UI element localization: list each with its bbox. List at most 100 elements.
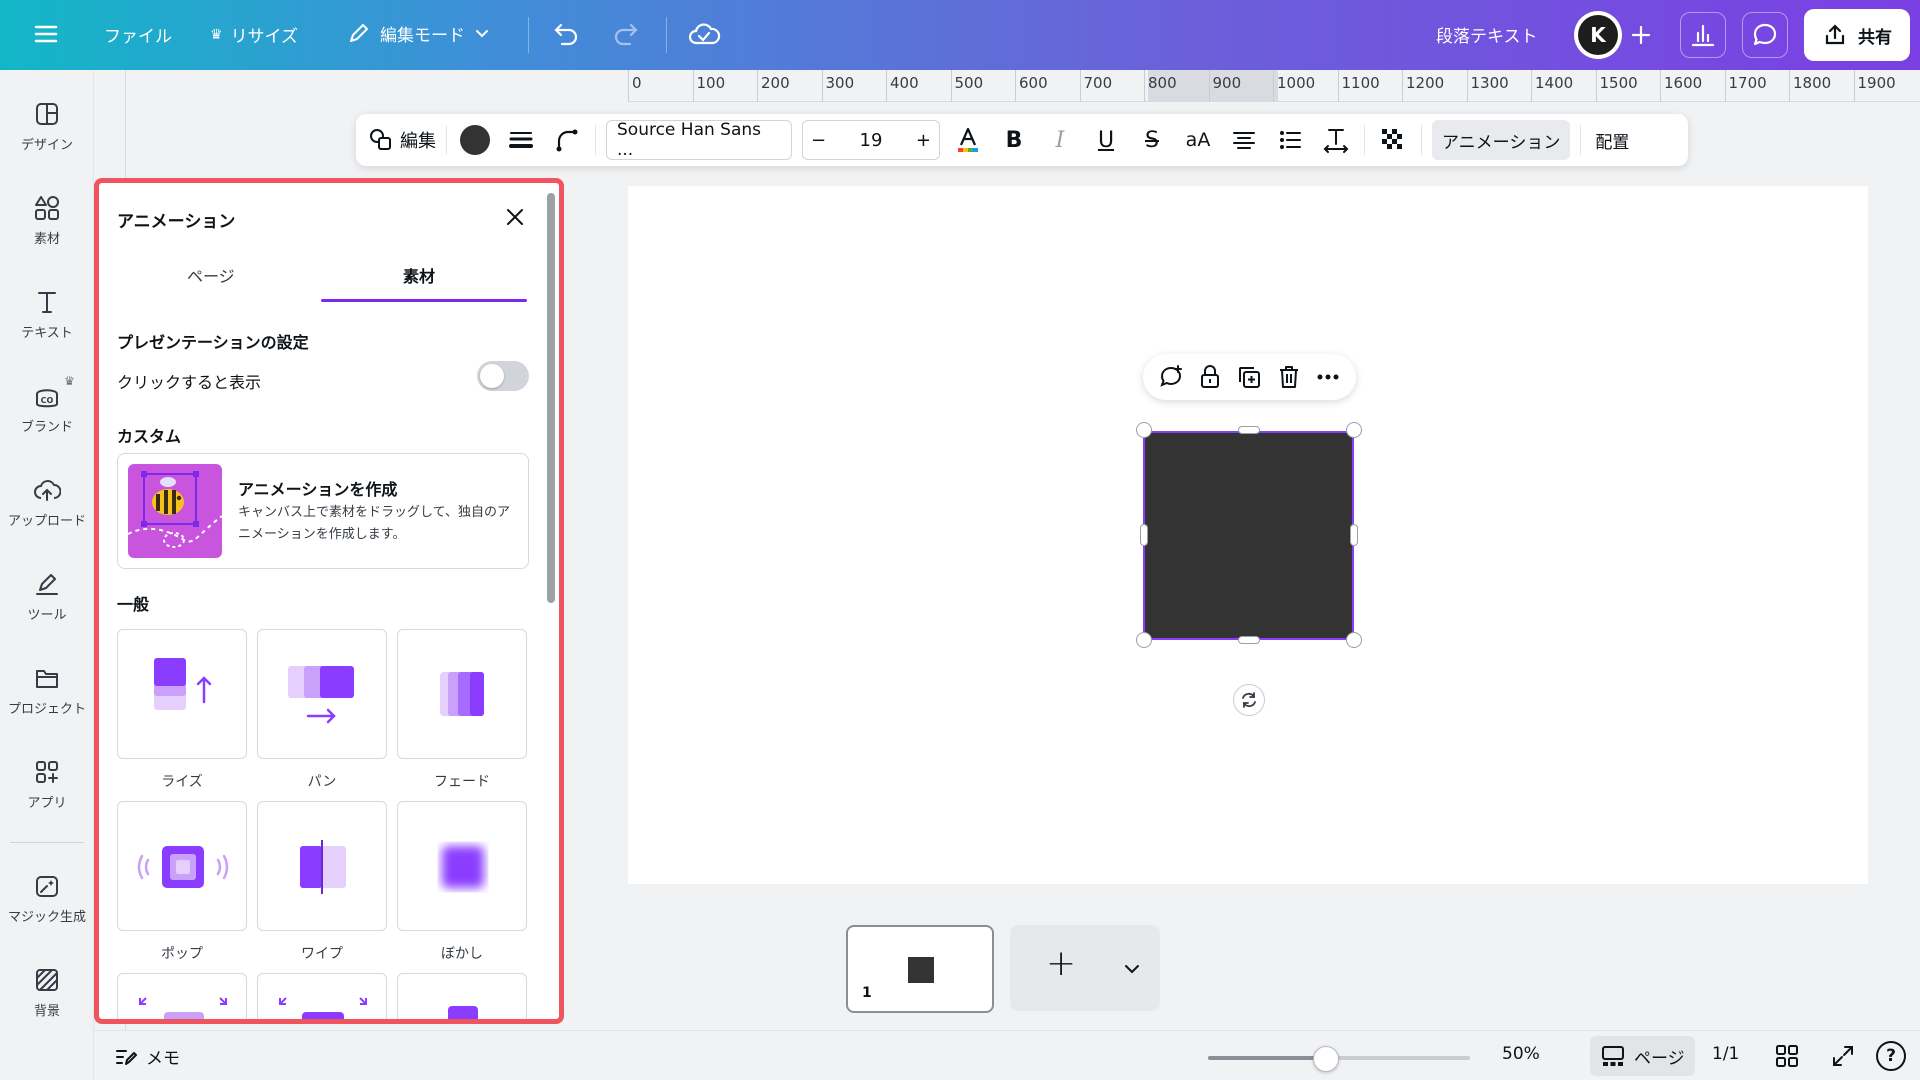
close-panel-button[interactable]: [497, 199, 533, 235]
resize-handle-bottom[interactable]: [1238, 636, 1260, 644]
underline-icon[interactable]: U: [1088, 122, 1124, 158]
resize-handle-right[interactable]: [1350, 524, 1358, 546]
resize-handle-top-left[interactable]: [1136, 422, 1152, 438]
list-icon[interactable]: [1272, 122, 1308, 158]
font-family-select[interactable]: Source Han Sans ...: [606, 120, 792, 160]
animation-pop-tile[interactable]: [117, 801, 247, 931]
animation-button[interactable]: アニメーション: [1432, 120, 1571, 160]
undo-icon[interactable]: [548, 18, 582, 56]
page-thumbnail[interactable]: 1: [846, 925, 994, 1013]
grid-view-icon[interactable]: [1774, 1043, 1800, 1069]
create-animation-card[interactable]: アニメーションを作成 キャンバス上で素材をドラッグして、独自のアニメーションを作…: [117, 453, 529, 569]
sidebar-item-text[interactable]: テキスト: [0, 288, 94, 341]
crown-icon: ♛: [210, 26, 223, 43]
ruler-label: 1000: [1277, 74, 1316, 92]
text-icon: [38, 292, 56, 313]
resize-button[interactable]: ♛ リサイズ: [210, 22, 299, 48]
share-button[interactable]: 共有: [1804, 9, 1910, 61]
avatar[interactable]: K: [1574, 11, 1622, 59]
fill-color-button[interactable]: [457, 122, 493, 158]
italic-icon[interactable]: I: [1042, 122, 1078, 158]
comments-button[interactable]: [1742, 12, 1788, 58]
more-options-icon[interactable]: [1314, 363, 1342, 391]
ruler-tick: [1015, 70, 1016, 102]
font-size-decrease-button[interactable]: −: [811, 130, 826, 151]
font-size-increase-button[interactable]: +: [916, 130, 931, 151]
ruler-tick: [1079, 70, 1081, 102]
tab-elements[interactable]: 素材: [403, 263, 435, 287]
edit-mode-dropdown[interactable]: 編集モード: [346, 20, 491, 46]
add-comment-icon[interactable]: [1157, 363, 1185, 391]
file-menu[interactable]: ファイル: [104, 22, 172, 47]
topbar-divider: [666, 17, 667, 53]
add-page-button[interactable]: +: [1010, 925, 1160, 1011]
redo-icon[interactable]: [610, 18, 644, 56]
align-center-icon[interactable]: [1226, 122, 1262, 158]
bold-icon[interactable]: B: [996, 122, 1032, 158]
position-button[interactable]: 配置: [1591, 128, 1633, 153]
animation-tile[interactable]: [117, 973, 247, 1019]
strikethrough-icon[interactable]: S: [1134, 122, 1170, 158]
sidebar-item-upload[interactable]: アップロード: [0, 476, 94, 529]
sidebar-item-tools[interactable]: ツール: [0, 570, 94, 623]
animation-fade-tile[interactable]: [397, 629, 527, 759]
resize-handle-left[interactable]: [1140, 524, 1148, 546]
notes-label: メモ: [146, 1049, 180, 1069]
create-animation-title: アニメーションを作成: [238, 480, 398, 499]
sidebar-item-brand[interactable]: ♛ CO ブランド: [0, 374, 94, 435]
corner-rounding-icon[interactable]: [549, 122, 585, 158]
help-button[interactable]: ?: [1876, 1041, 1906, 1071]
zoom-level[interactable]: 50%: [1502, 1044, 1540, 1064]
panel-scrollbar[interactable]: [547, 193, 555, 603]
ruler-label: 300: [825, 74, 855, 92]
ruler-label: 1700: [1728, 74, 1767, 92]
rotate-handle[interactable]: [1233, 684, 1265, 716]
zoom-slider-thumb[interactable]: [1312, 1046, 1339, 1072]
sidebar-item-design[interactable]: デザイン: [0, 100, 94, 153]
animation-rise-tile[interactable]: [117, 629, 247, 759]
sidebar-item-label: デザイン: [20, 138, 73, 153]
close-icon: [507, 209, 523, 225]
animation-tile[interactable]: [257, 973, 387, 1019]
border-style-icon[interactable]: [503, 122, 539, 158]
trash-icon[interactable]: [1275, 363, 1303, 391]
pages-view-button[interactable]: ページ: [1590, 1036, 1695, 1076]
menu-icon[interactable]: [30, 18, 62, 54]
resize-label: リサイズ: [230, 27, 299, 47]
resize-handle-top[interactable]: [1238, 426, 1260, 434]
click-to-show-toggle[interactable]: [477, 361, 529, 391]
duplicate-icon[interactable]: [1235, 363, 1263, 391]
resize-handle-bottom-left[interactable]: [1136, 632, 1152, 648]
fullscreen-icon[interactable]: [1830, 1043, 1856, 1069]
sidebar-item-magic[interactable]: マジック生成: [0, 872, 94, 925]
lock-icon[interactable]: [1196, 363, 1224, 391]
animation-blur-tile[interactable]: [397, 801, 527, 931]
animation-tile[interactable]: [397, 973, 527, 1019]
pencil-icon: [350, 24, 368, 42]
tab-page[interactable]: ページ: [187, 263, 235, 287]
sidebar-item-background[interactable]: 背景: [0, 966, 94, 1019]
text-format-toolbar: 編集 Source Han Sans ... − 19 + B I U S aA…: [356, 114, 1688, 166]
text-spacing-icon[interactable]: [1318, 122, 1354, 158]
add-collaborator-button[interactable]: [1618, 12, 1664, 58]
chevron-down-icon[interactable]: [1122, 959, 1142, 979]
text-color-icon[interactable]: [950, 122, 986, 158]
sidebar-item-apps[interactable]: アプリ: [0, 758, 94, 811]
sidebar-item-label: テキスト: [21, 326, 73, 341]
insights-button[interactable]: [1680, 12, 1726, 58]
animation-blur-label: ぼかし: [441, 946, 483, 962]
cloud-saved-icon[interactable]: [686, 17, 722, 57]
edit-button[interactable]: 編集: [368, 127, 436, 153]
animation-wipe-tile[interactable]: [257, 801, 387, 931]
font-size-value[interactable]: 19: [860, 130, 883, 151]
animation-pan-tile[interactable]: [257, 629, 387, 759]
transparency-icon[interactable]: [1375, 122, 1411, 158]
sidebar-item-elements[interactable]: 素材: [0, 194, 94, 247]
selected-square-shape[interactable]: [1143, 431, 1354, 640]
element-context-toolbar: [1143, 354, 1356, 400]
letter-case-button[interactable]: aA: [1180, 122, 1216, 158]
sidebar-item-projects[interactable]: プロジェクト: [0, 664, 94, 717]
resize-handle-top-right[interactable]: [1346, 422, 1362, 438]
resize-handle-bottom-right[interactable]: [1346, 632, 1362, 648]
notes-button[interactable]: メモ: [114, 1044, 180, 1069]
